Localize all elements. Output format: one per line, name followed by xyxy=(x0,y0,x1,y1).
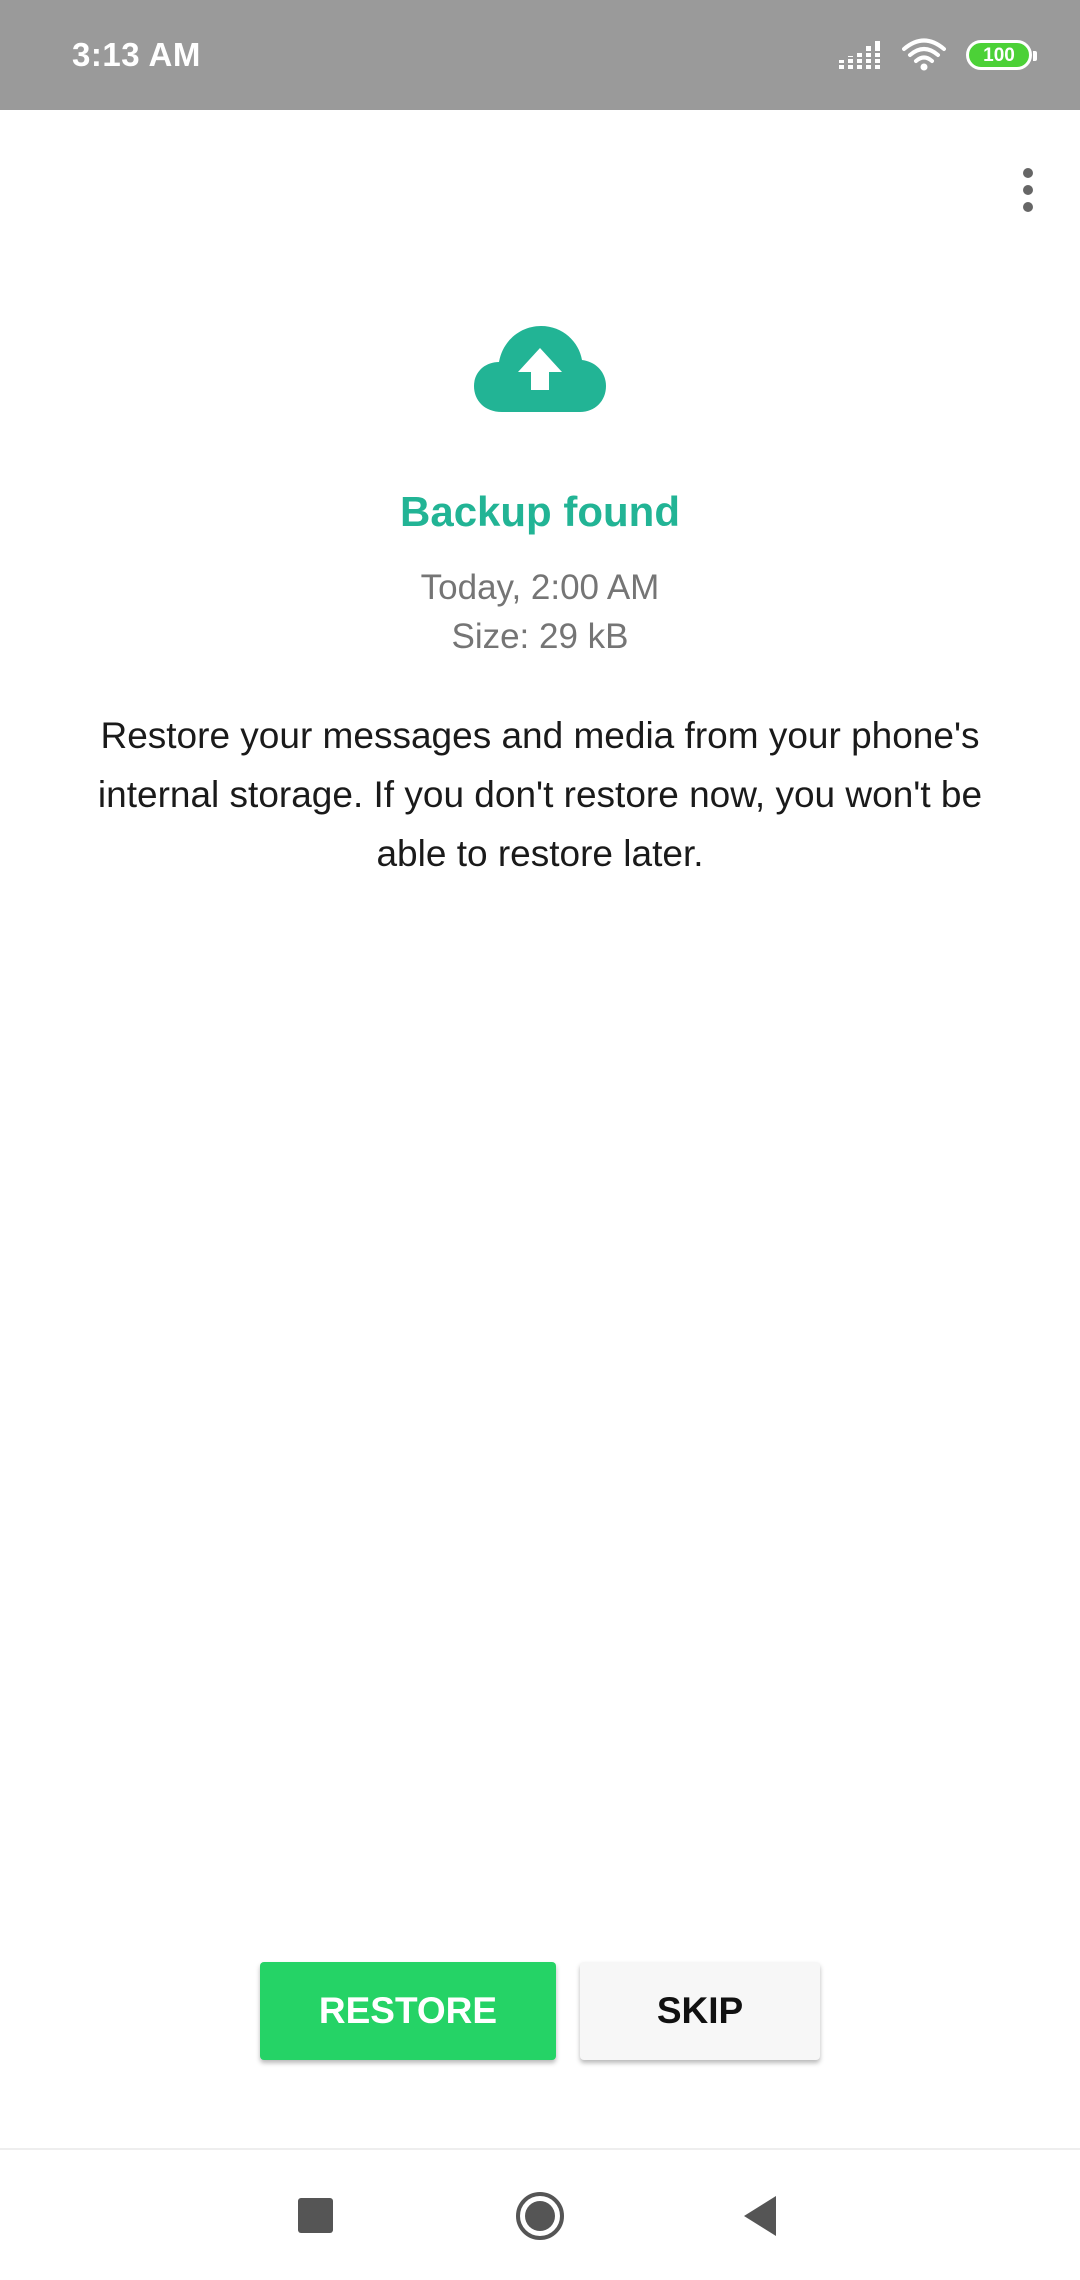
recent-apps-icon[interactable] xyxy=(298,2198,333,2233)
battery-level: 100 xyxy=(983,44,1015,66)
navigation-bar xyxy=(0,2148,1080,2280)
home-icon[interactable] xyxy=(516,2192,564,2240)
more-vert-icon[interactable] xyxy=(998,160,1058,220)
status-bar: 3:13 AM 100 xyxy=(0,0,1080,110)
status-time: 3:13 AM xyxy=(72,36,201,73)
restore-description: Restore your messages and media from you… xyxy=(97,715,983,874)
backup-size: Size: 29 kB xyxy=(451,617,629,656)
restore-button[interactable]: RESTORE xyxy=(260,1962,556,2060)
backup-date: Today, 2:00 AM xyxy=(420,568,660,607)
battery-icon: 100 xyxy=(966,40,1037,70)
cloud-upload-icon xyxy=(474,326,606,412)
signal-icon xyxy=(838,41,882,69)
back-icon[interactable] xyxy=(742,2194,778,2238)
wifi-icon xyxy=(902,38,946,71)
backup-title: Backup found xyxy=(400,488,680,535)
status-icons: 100 xyxy=(838,38,1037,72)
skip-button[interactable]: SKIP xyxy=(580,1962,820,2060)
